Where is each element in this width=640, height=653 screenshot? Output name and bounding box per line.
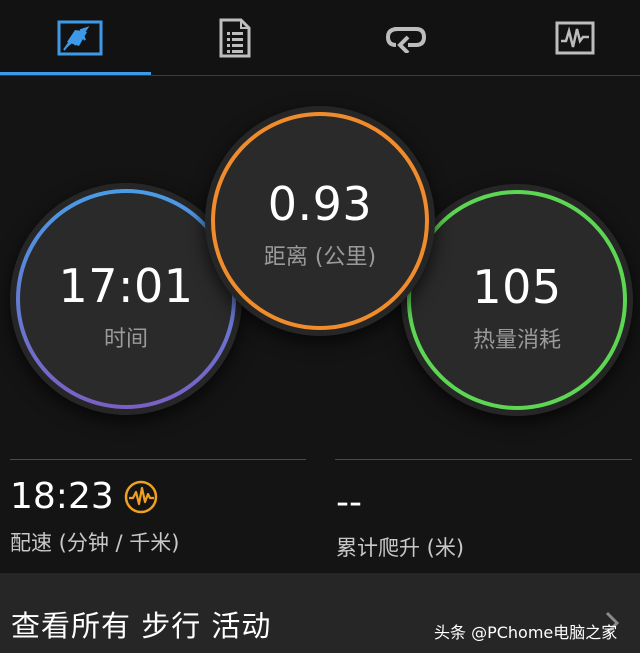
pace-label: 配速 (分钟 / 千米): [10, 531, 180, 555]
loop-arrow-icon: [385, 27, 427, 53]
ascent-value: --: [336, 482, 362, 523]
time-value: 17:01: [58, 259, 194, 313]
ascent-label: 累计爬升 (米): [336, 536, 465, 560]
calories-value: 105: [472, 260, 562, 314]
watermark: 头条 @PChome电脑之家: [434, 623, 618, 642]
time-label: 时间: [103, 327, 148, 352]
tab-summary[interactable]: [0, 0, 160, 76]
tab-charts[interactable]: [495, 0, 640, 76]
view-all-activities-label: 查看所有 步行 活动: [11, 609, 272, 643]
distance-ring[interactable]: 0.93 距离 (公里): [205, 106, 435, 336]
pace-waveform-icon: [124, 480, 158, 514]
calories-label: 热量消耗: [472, 328, 561, 353]
calories-ring[interactable]: 105 热量消耗: [401, 184, 633, 416]
pace-value: 18:23: [10, 476, 114, 517]
tab-laps[interactable]: [326, 0, 486, 76]
pace-divider: [10, 459, 306, 460]
tab-details[interactable]: [155, 0, 315, 76]
heartbeat-chart-icon: [555, 21, 595, 55]
tab-bar: [0, 0, 640, 76]
map-icon: [57, 20, 103, 56]
ascent-divider: [335, 459, 632, 460]
document-list-icon: [219, 18, 251, 58]
distance-label: 距离 (公里): [263, 245, 377, 270]
tab-bar-divider: [0, 75, 640, 76]
distance-value: 0.93: [267, 177, 373, 231]
